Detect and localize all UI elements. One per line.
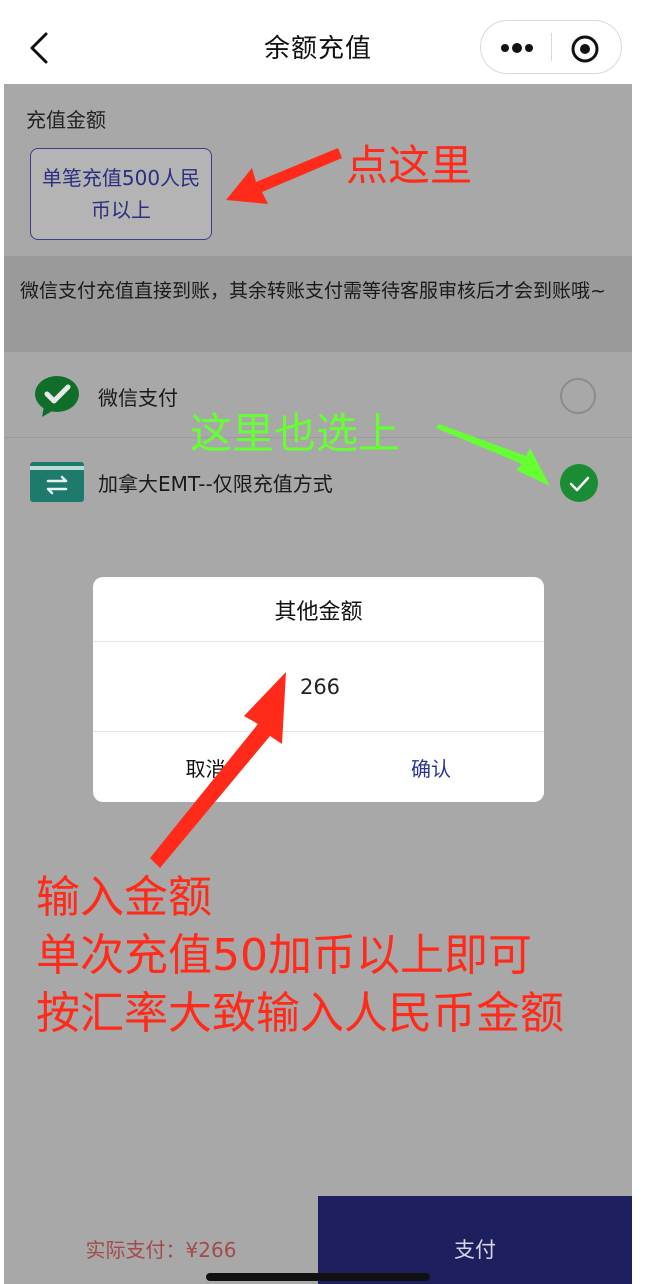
wechat-pay-icon (35, 376, 79, 417)
cancel-button[interactable]: 取消 (93, 732, 318, 802)
amount-option-button[interactable]: 单笔充值500人民币以上 (30, 148, 212, 240)
amount-input[interactable] (118, 666, 522, 708)
annotation-line-2: 单次充值50加币以上即可 (36, 930, 532, 981)
dialog-divider (93, 641, 544, 642)
annotation-click-here: 点这里 (346, 141, 473, 190)
confirm-button[interactable]: 确认 (318, 732, 544, 802)
home-indicator (206, 1273, 430, 1281)
annotation-line-3: 按汇率大致输入人民币金额 (36, 988, 564, 1039)
more-dots-icon[interactable] (497, 38, 537, 58)
transfer-card-icon (30, 462, 84, 502)
radio-wechat[interactable] (560, 378, 596, 414)
payment-label-emt: 加拿大EMT--仅限充值方式 (98, 472, 333, 496)
annotation-line-1: 输入金额 (36, 872, 212, 923)
payment-label-wechat: 微信支付 (98, 386, 178, 410)
recharge-amount-label: 充值金额 (26, 108, 106, 132)
check-icon (569, 476, 590, 492)
annotation-select-too: 这里也选上 (190, 409, 401, 458)
notice-text: 微信支付充值直接到账，其余转账支付需等待客服审核后才会到账哦~ (20, 280, 606, 302)
mini-program-capsule (480, 20, 622, 74)
dialog-title: 其他金额 (274, 600, 363, 625)
actual-pay-text: 实际支付：¥266 (85, 1238, 237, 1262)
close-target-icon[interactable] (569, 33, 601, 65)
radio-emt-checked[interactable] (560, 464, 598, 502)
capsule-divider (551, 33, 552, 61)
pay-button-label: 支付 (454, 1238, 496, 1262)
